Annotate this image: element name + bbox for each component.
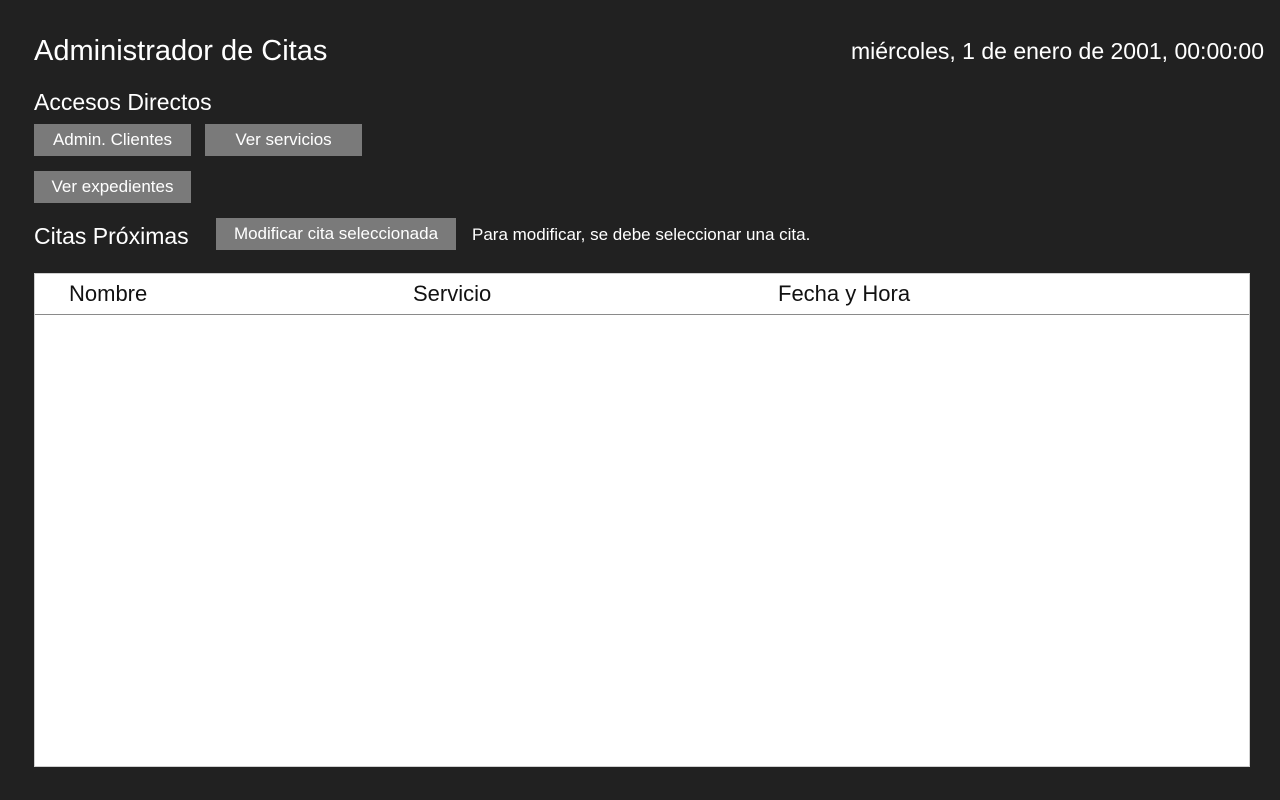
view-services-button[interactable]: Ver servicios <box>205 124 362 156</box>
appointment-manager-window: Administrador de Citas miércoles, 1 de e… <box>0 0 1280 800</box>
appointments-list[interactable] <box>35 315 1249 766</box>
column-header-service[interactable]: Servicio <box>413 279 491 309</box>
column-header-datetime[interactable]: Fecha y Hora <box>778 279 910 309</box>
upcoming-appointments-heading: Citas Próximas <box>34 223 189 249</box>
view-records-button[interactable]: Ver expedientes <box>34 171 191 203</box>
table-header: Nombre Servicio Fecha y Hora <box>35 274 1249 315</box>
current-datetime: miércoles, 1 de enero de 2001, 00:00:00 <box>850 38 1264 64</box>
column-header-name[interactable]: Nombre <box>69 279 147 309</box>
page-title: Administrador de Citas <box>34 35 328 67</box>
shortcuts-heading: Accesos Directos <box>34 89 212 115</box>
modify-hint-text: Para modificar, se debe seleccionar una … <box>472 225 811 244</box>
admin-clients-button[interactable]: Admin. Clientes <box>34 124 191 156</box>
appointments-table[interactable]: Nombre Servicio Fecha y Hora <box>34 273 1250 767</box>
modify-selected-appointment-button[interactable]: Modificar cita seleccionada <box>216 218 456 250</box>
